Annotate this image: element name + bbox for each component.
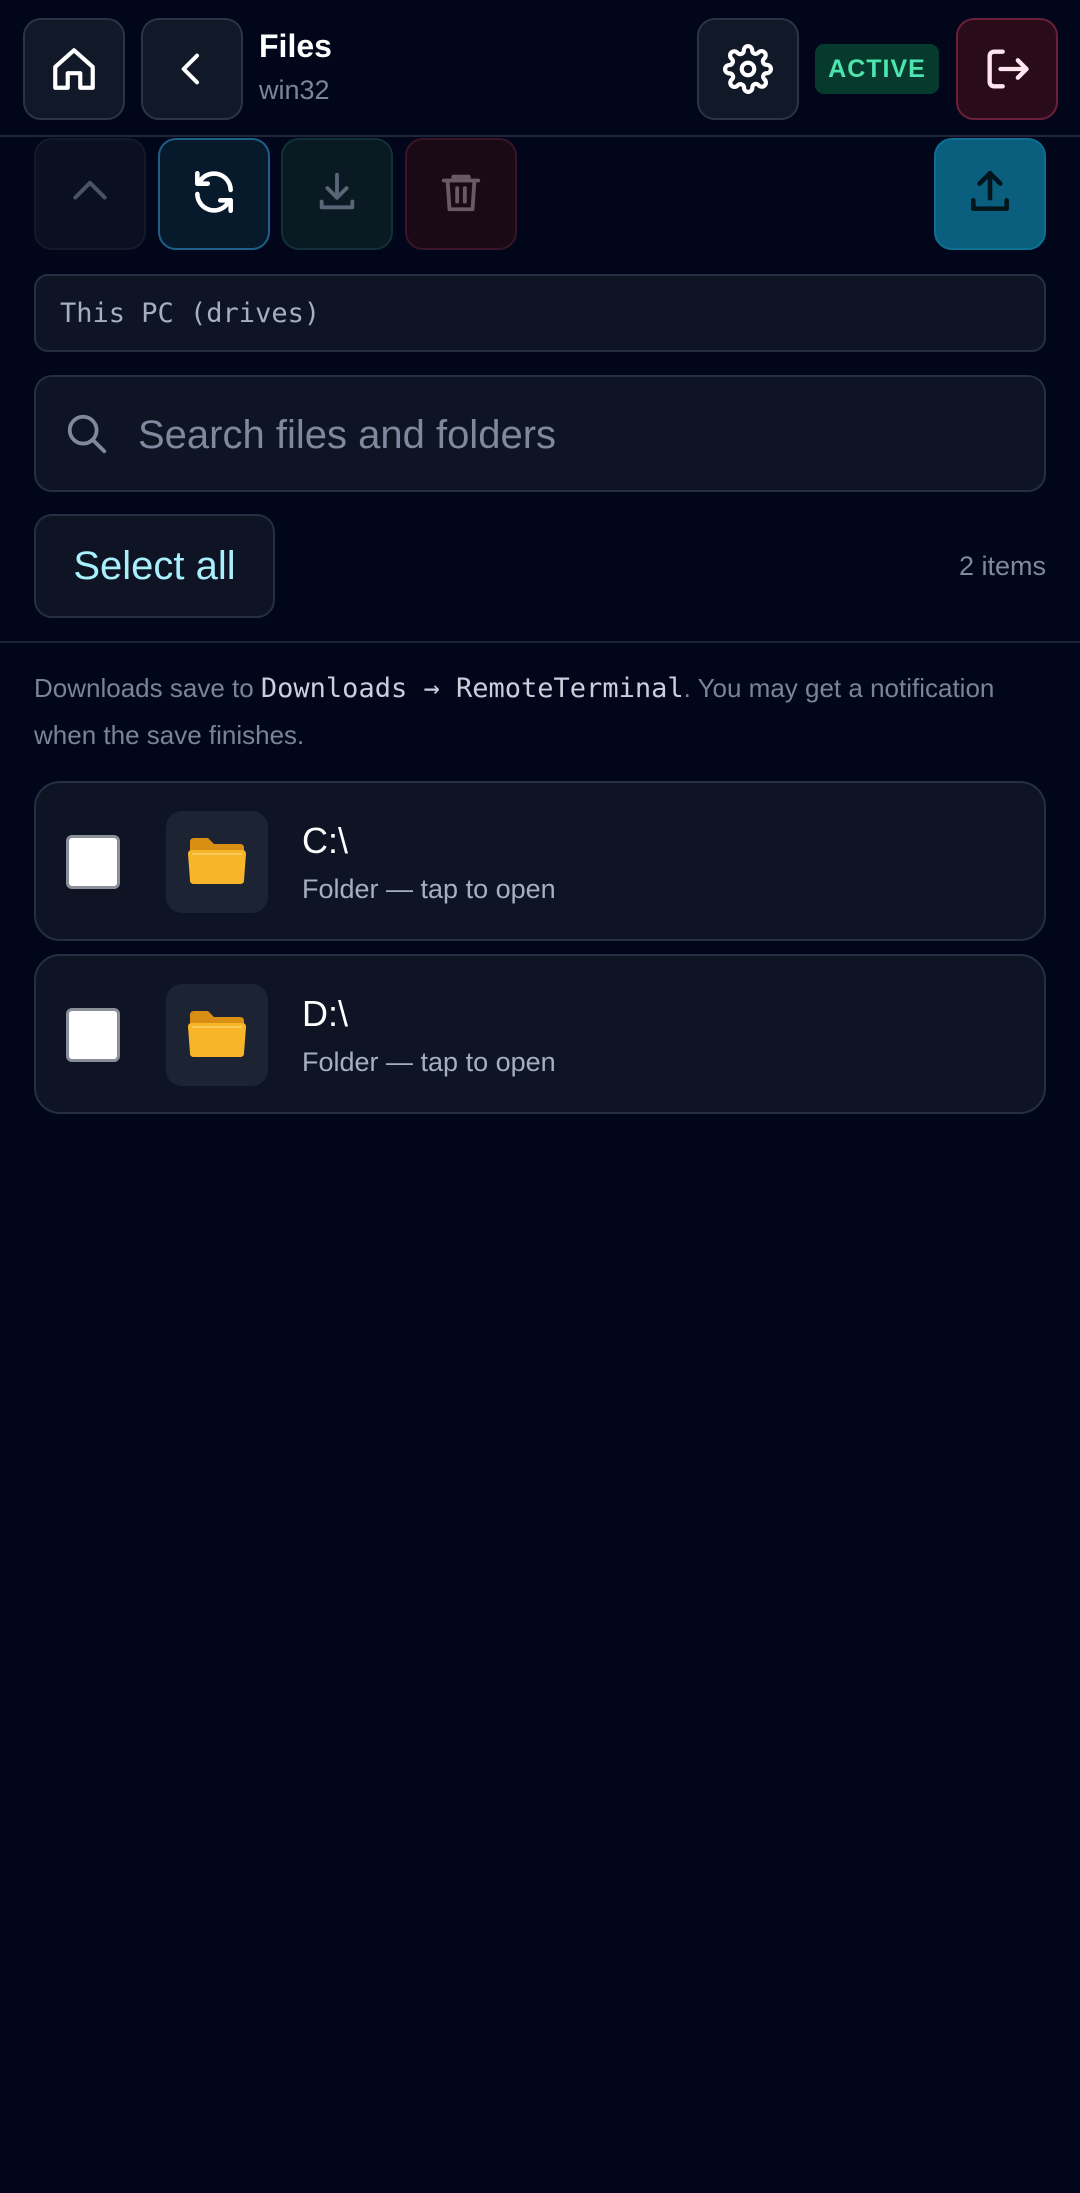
- settings-button[interactable]: [697, 18, 799, 120]
- folder-icon: [186, 832, 248, 893]
- home-icon: [49, 44, 99, 94]
- delete-button[interactable]: [405, 138, 517, 250]
- chevron-left-icon: [172, 49, 212, 89]
- item-checkbox[interactable]: [66, 1008, 120, 1062]
- download-location-note: Downloads save to Downloads → RemoteTerm…: [34, 665, 1046, 758]
- file-meta: Folder — tap to open: [302, 1047, 556, 1077]
- file-name: D:\: [302, 993, 349, 1034]
- trash-icon: [438, 169, 484, 220]
- folder-tile: [166, 984, 268, 1086]
- divider: [0, 641, 1080, 643]
- refresh-button[interactable]: [158, 138, 270, 250]
- gear-icon: [723, 44, 773, 94]
- folder-tile: [166, 811, 268, 913]
- home-button[interactable]: [23, 18, 125, 120]
- back-button[interactable]: [141, 18, 243, 120]
- upload-button[interactable]: [934, 138, 1046, 250]
- item-checkbox[interactable]: [66, 835, 120, 889]
- logout-icon: [981, 43, 1033, 95]
- upload-icon: [965, 167, 1015, 222]
- current-path-field[interactable]: This PC (drives): [34, 274, 1046, 352]
- current-path-text: This PC (drives): [60, 297, 321, 329]
- search-icon: [64, 411, 110, 462]
- title-block: Files win32: [259, 24, 332, 110]
- select-all-button[interactable]: Select all: [34, 514, 275, 618]
- parent-folder-button[interactable]: [34, 138, 146, 250]
- note-folder: Downloads: [260, 673, 408, 704]
- page-subtitle: win32: [259, 75, 330, 105]
- chevron-up-icon: [68, 170, 112, 219]
- download-button[interactable]: [281, 138, 393, 250]
- page-title: Files: [259, 28, 332, 64]
- folder-icon: [186, 1005, 248, 1066]
- item-count: 2 items: [958, 551, 1046, 581]
- list-item[interactable]: C:\ Folder — tap to open: [34, 781, 1046, 941]
- file-name: C:\: [302, 820, 349, 861]
- header-bar: Files win32 ACTIVE: [0, 0, 1080, 137]
- download-icon: [314, 169, 360, 220]
- file-meta: Folder — tap to open: [302, 874, 556, 904]
- note-prefix: Downloads save to: [34, 673, 261, 703]
- search-input[interactable]: [136, 397, 1016, 473]
- logout-button[interactable]: [956, 18, 1058, 120]
- search-box: [34, 375, 1046, 492]
- note-subfolder: RemoteTerminal: [456, 673, 684, 704]
- status-badge: ACTIVE: [815, 44, 939, 94]
- refresh-icon: [189, 167, 239, 222]
- list-item[interactable]: D:\ Folder — tap to open: [34, 954, 1046, 1114]
- note-arrow: →: [423, 673, 440, 704]
